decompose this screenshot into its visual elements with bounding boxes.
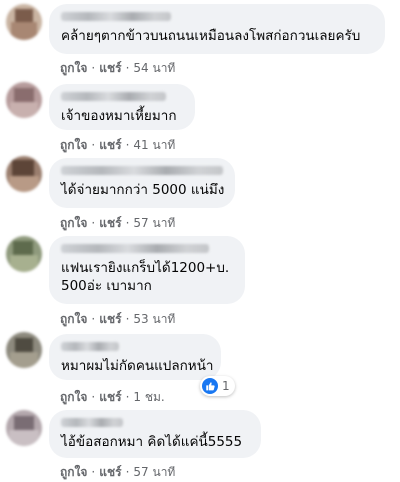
reaction-count: 1 [222, 379, 230, 393]
separator: · [91, 465, 96, 479]
comment-actions: ถูกใจ · แชร์ · 1 ชม. [60, 388, 165, 407]
comment-actions: ถูกใจ · แชร์ · 57 นาที [60, 214, 175, 233]
author-name-blurred[interactable] [61, 166, 223, 175]
comment-bubble: หมาผมไม่กัดคนแปลกหน้า [49, 334, 221, 380]
comment-actions: ถูกใจ · แชร์ · 54 นาที [60, 59, 175, 78]
author-name-blurred[interactable] [61, 418, 123, 427]
author-name-blurred[interactable] [61, 244, 209, 253]
author-name-blurred[interactable] [61, 92, 166, 101]
share-link[interactable]: แชร์ [99, 216, 121, 230]
timestamp[interactable]: 57 นาที [133, 465, 175, 479]
timestamp[interactable]: 53 นาที [133, 312, 175, 326]
share-link[interactable]: แชร์ [99, 61, 121, 75]
comment-bubble: คล้ายๆตากข้าวบนถนนเหมือนลงโพสก่อกวนเลยคร… [49, 4, 385, 54]
comment-bubble: แฟนเรายิงแกร็บได้1200+บ. 500อ่ะ เบามาก [49, 236, 245, 304]
separator: · [125, 61, 130, 75]
separator: · [91, 390, 96, 404]
separator: · [91, 216, 96, 230]
timestamp[interactable]: 1 ชม. [133, 390, 164, 404]
comment-bubble: ไอ้ข้อสอกหมา คิดได้แค่นี้5555 [49, 410, 261, 458]
like-link[interactable]: ถูกใจ [60, 61, 87, 75]
like-link[interactable]: ถูกใจ [60, 312, 87, 326]
share-link[interactable]: แชร์ [99, 138, 121, 152]
avatar[interactable] [6, 82, 42, 118]
reaction-badge[interactable]: 1 [200, 376, 235, 396]
timestamp[interactable]: 57 นาที [133, 216, 175, 230]
like-link[interactable]: ถูกใจ [60, 138, 87, 152]
avatar[interactable] [6, 156, 42, 192]
comment-text: หมาผมไม่กัดคนแปลกหน้า [61, 358, 214, 374]
comment-text: คล้ายๆตากข้าวบนถนนเหมือนลงโพสก่อกวนเลยคร… [61, 28, 361, 44]
like-link[interactable]: ถูกใจ [60, 465, 87, 479]
avatar[interactable] [6, 236, 42, 272]
separator: · [91, 312, 96, 326]
like-icon [202, 378, 218, 394]
comment-text: ได้จ่ายมากกว่า 5000 แน่มึง [61, 182, 225, 198]
avatar[interactable] [6, 332, 42, 368]
separator: · [125, 138, 130, 152]
avatar[interactable] [6, 410, 42, 446]
separator: · [125, 390, 130, 404]
comment-actions: ถูกใจ · แชร์ · 41 นาที [60, 136, 175, 155]
comment-text-line-1: แฟนเรายิงแกร็บได้1200+บ. [61, 260, 230, 276]
separator: · [91, 138, 96, 152]
comment-actions: ถูกใจ · แชร์ · 57 นาที [60, 463, 175, 482]
timestamp[interactable]: 54 นาที [133, 61, 175, 75]
separator: · [125, 312, 130, 326]
separator: · [125, 465, 130, 479]
like-link[interactable]: ถูกใจ [60, 216, 87, 230]
comment-actions: ถูกใจ · แชร์ · 53 นาที [60, 310, 175, 329]
share-link[interactable]: แชร์ [99, 465, 121, 479]
comment-bubble: เจ้าของหมาเหี้ยมาก [49, 84, 195, 130]
separator: · [91, 61, 96, 75]
share-link[interactable]: แชร์ [99, 312, 121, 326]
comment-text: เจ้าของหมาเหี้ยมาก [61, 108, 177, 124]
share-link[interactable]: แชร์ [99, 390, 121, 404]
avatar[interactable] [6, 4, 42, 40]
comment-text: ไอ้ข้อสอกหมา คิดได้แค่นี้5555 [61, 434, 243, 450]
timestamp[interactable]: 41 นาที [133, 138, 175, 152]
author-name-blurred[interactable] [61, 12, 171, 21]
like-link[interactable]: ถูกใจ [60, 390, 87, 404]
separator: · [125, 216, 130, 230]
comment-bubble: ได้จ่ายมากกว่า 5000 แน่มึง [49, 158, 235, 208]
comment-text-line-2: 500อ่ะ เบามาก [61, 278, 152, 294]
author-name-blurred[interactable] [61, 342, 119, 351]
